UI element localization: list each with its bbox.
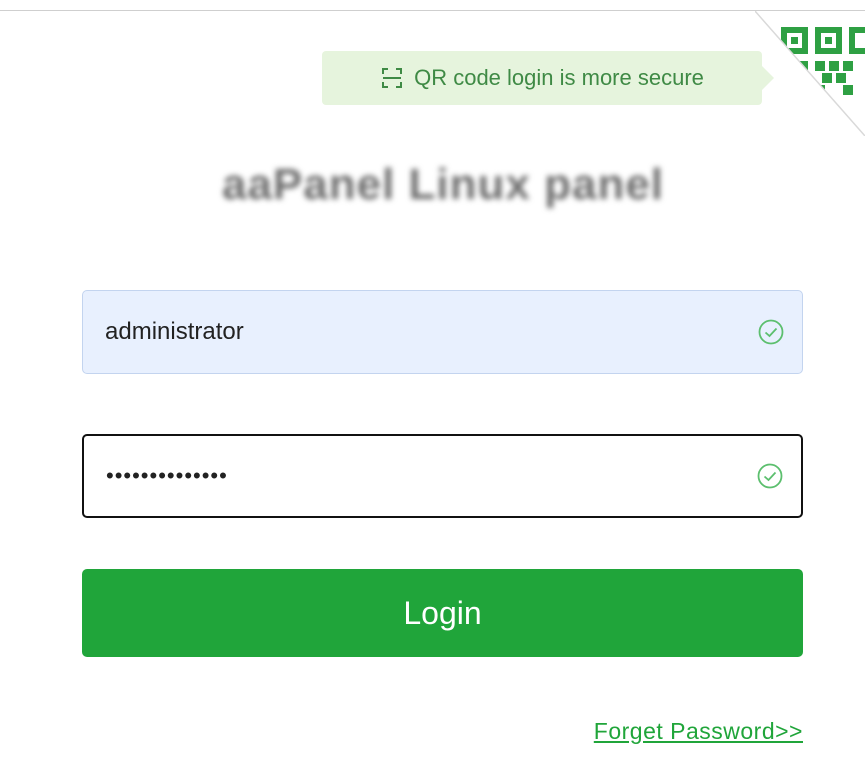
username-input[interactable] (83, 291, 740, 373)
qr-login-tip[interactable]: QR code login is more secure (322, 51, 774, 105)
password-input[interactable] (84, 436, 739, 516)
forget-password-link[interactable]: Forget Password>> (594, 718, 803, 745)
panel-title: aaPanel Linux panel (221, 160, 665, 209)
check-circle-icon (740, 318, 802, 346)
check-circle-icon (739, 462, 801, 490)
username-field[interactable] (82, 290, 803, 374)
qr-tip-text: QR code login is more secure (414, 65, 704, 90)
top-divider (0, 10, 865, 11)
login-button[interactable]: Login (82, 569, 803, 657)
scan-icon (380, 66, 404, 90)
password-field[interactable] (82, 434, 803, 518)
